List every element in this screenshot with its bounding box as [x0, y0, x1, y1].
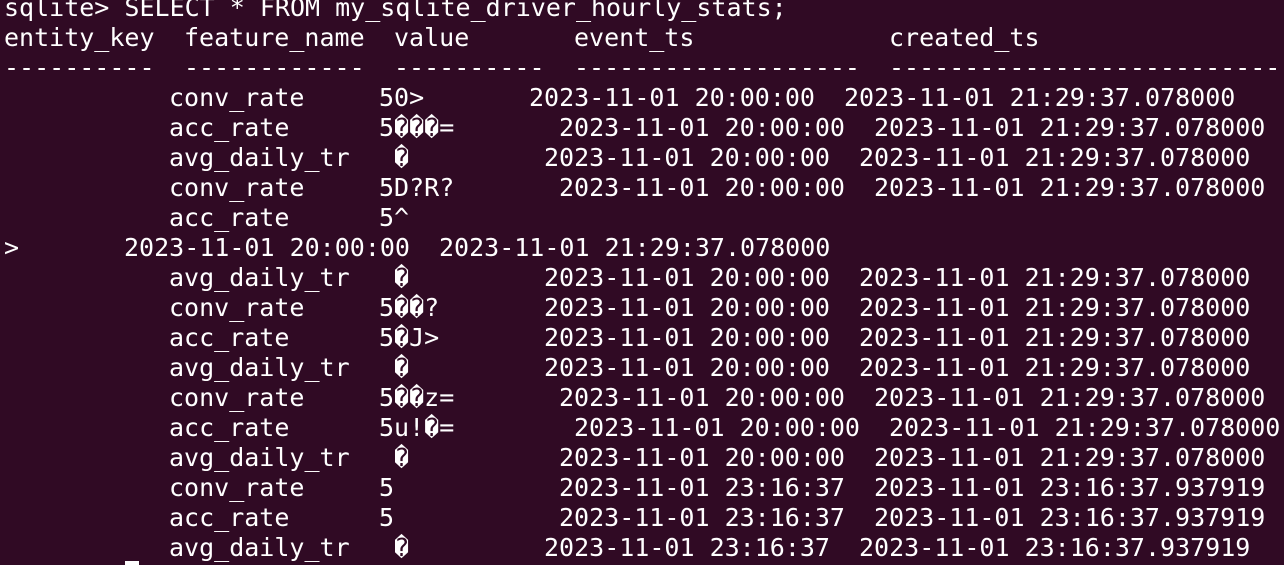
value-cell: 5���=: [379, 113, 455, 142]
created-ts-cell: 2023-11-01 21:29:37.078000: [844, 83, 1236, 112]
value-cell: 5��?: [379, 293, 440, 322]
event-ts-cell: 2023-11-01 23:16:37: [559, 473, 845, 502]
created-ts-cell: 2023-11-01 21:29:37.078000: [439, 233, 831, 262]
value-cell: �: [394, 353, 410, 382]
created-ts-cell: 2023-11-01 23:16:37.937919: [859, 533, 1251, 562]
created-ts-cell: 2023-11-01 21:29:37.078000: [889, 413, 1281, 442]
created-ts-cell: 2023-11-01 23:16:37.937919: [874, 473, 1266, 502]
event-ts-cell: 2023-11-01 20:00:00: [124, 233, 410, 262]
feature-name-cell: conv_rate: [169, 383, 305, 412]
created-ts-cell: 2023-11-01 21:29:37.078000: [874, 383, 1266, 412]
table-row: conv_rate 5��? 2023-11-01 20:00:00 2023-…: [0, 293, 1284, 323]
table-row: acc_rate 5 2023-11-01 23:16:37 2023-11-0…: [0, 503, 1284, 533]
header-event-ts: event_ts: [574, 23, 695, 52]
table-row: conv_rate 5��z= 2023-11-01 20:00:00 2023…: [0, 383, 1284, 413]
terminal-window[interactable]: sqlite> SELECT * FROM my_sqlite_driver_h…: [0, 0, 1284, 565]
header-feature-name: feature_name: [184, 23, 365, 52]
feature-name-cell: acc_rate: [169, 323, 290, 352]
command-text: sqlite> SELECT * FROM my_sqlite_driver_h…: [4, 0, 787, 22]
value-cell: 5: [379, 473, 395, 502]
value-cell: 50>: [379, 83, 425, 112]
value-cell: 5��z=: [379, 383, 455, 412]
table-row: avg_daily_tr � 2023-11-01 23:16:37 2023-…: [0, 533, 1284, 563]
event-ts-cell: 2023-11-01 20:00:00: [574, 413, 860, 442]
event-ts-cell: 2023-11-01 20:00:00: [529, 83, 815, 112]
feature-name-cell: avg_daily_tr: [169, 533, 350, 562]
value-cell: 5: [379, 503, 395, 532]
feature-name-cell: avg_daily_tr: [169, 353, 350, 382]
event-ts-cell: 2023-11-01 20:00:00: [544, 263, 830, 292]
separator-event-ts: -------------------: [574, 53, 860, 82]
value-cell: 5D?R?: [379, 173, 455, 202]
separator-feature-name: ------------: [184, 53, 365, 82]
feature-name-cell: avg_daily_tr: [169, 143, 350, 172]
table-row: avg_daily_tr � 2023-11-01 20:00:00 2023-…: [0, 263, 1284, 293]
table-row: avg_daily_tr � 2023-11-01 20:00:00 2023-…: [0, 143, 1284, 173]
event-ts-cell: 2023-11-01 20:00:00: [544, 143, 830, 172]
wrap-prefix-cell: >: [4, 233, 20, 262]
header-row: entity_key feature_name value event_ts c…: [0, 23, 1284, 53]
table-row: conv_rate 5D?R? 2023-11-01 20:00:00 2023…: [0, 173, 1284, 203]
feature-name-cell: avg_daily_tr: [169, 263, 350, 292]
table-row: conv_rate 5 2023-11-01 23:16:37 2023-11-…: [0, 473, 1284, 503]
created-ts-cell: 2023-11-01 21:29:37.078000: [859, 323, 1251, 352]
value-cell: 5^: [379, 203, 410, 232]
header-entity-key: entity_key: [4, 23, 155, 52]
value-cell: �: [394, 533, 410, 562]
table-row: avg_daily_tr � 2023-11-01 20:00:00 2023-…: [0, 353, 1284, 383]
separator-entity-key: ----------: [4, 53, 155, 82]
separator-created-ts: --------------------------: [889, 53, 1281, 82]
header-value: value: [394, 23, 470, 52]
table-row: avg_daily_tr � 2023-11-01 20:00:00 2023-…: [0, 443, 1284, 473]
event-ts-cell: 2023-11-01 20:00:00: [559, 113, 845, 142]
event-ts-cell: 2023-11-01 23:16:37: [559, 503, 845, 532]
event-ts-cell: 2023-11-01 20:00:00: [544, 323, 830, 352]
feature-name-cell: acc_rate: [169, 113, 290, 142]
event-ts-cell: 2023-11-01 20:00:00: [559, 383, 845, 412]
event-ts-cell: 2023-11-01 20:00:00: [559, 443, 845, 472]
created-ts-cell: 2023-11-01 21:29:37.078000: [874, 113, 1266, 142]
created-ts-cell: 2023-11-01 21:29:37.078000: [874, 173, 1266, 202]
feature-name-cell: avg_daily_tr: [169, 443, 350, 472]
event-ts-cell: 2023-11-01 20:00:00: [559, 173, 845, 202]
table-row: conv_rate 50> 2023-11-01 20:00:00 2023-1…: [0, 83, 1284, 113]
table-row: acc_rate 5�J> 2023-11-01 20:00:00 2023-1…: [0, 323, 1284, 353]
feature-name-cell: acc_rate: [169, 503, 290, 532]
feature-name-cell: conv_rate: [169, 83, 305, 112]
value-cell: �: [394, 443, 410, 472]
value-cell: �: [394, 143, 410, 172]
event-ts-cell: 2023-11-01 23:16:37: [544, 533, 830, 562]
feature-name-cell: conv_rate: [169, 173, 305, 202]
created-ts-cell: 2023-11-01 21:29:37.078000: [859, 293, 1251, 322]
table-row: acc_rate 5���= 2023-11-01 20:00:00 2023-…: [0, 113, 1284, 143]
feature-name-cell: conv_rate: [169, 473, 305, 502]
table-row: acc_rate 5^: [0, 203, 1284, 233]
value-cell: 5�J>: [379, 323, 440, 352]
value-cell: �: [394, 263, 410, 292]
event-ts-cell: 2023-11-01 20:00:00: [544, 353, 830, 382]
feature-name-cell: acc_rate: [169, 413, 290, 442]
header-created-ts: created_ts: [889, 23, 1040, 52]
feature-name-cell: acc_rate: [169, 203, 290, 232]
created-ts-cell: 2023-11-01 21:29:37.078000: [859, 353, 1251, 382]
separator-value: ----------: [394, 53, 545, 82]
table-row-continuation: > 2023-11-01 20:00:00 2023-11-01 21:29:3…: [0, 233, 1284, 263]
table-row: acc_rate 5u!�= 2023-11-01 20:00:00 2023-…: [0, 413, 1284, 443]
separator-row: ---------- ------------ ---------- -----…: [0, 53, 1284, 83]
created-ts-cell: 2023-11-01 21:29:37.078000: [859, 263, 1251, 292]
feature-name-cell: conv_rate: [169, 293, 305, 322]
value-cell: 5u!�=: [379, 413, 455, 442]
prompt-line: sqlite> SELECT * FROM my_sqlite_driver_h…: [0, 0, 1284, 23]
created-ts-cell: 2023-11-01 21:29:37.078000: [859, 143, 1251, 172]
created-ts-cell: 2023-11-01 21:29:37.078000: [874, 443, 1266, 472]
text-cursor: [125, 561, 139, 565]
created-ts-cell: 2023-11-01 23:16:37.937919: [874, 503, 1266, 532]
event-ts-cell: 2023-11-01 20:00:00: [544, 293, 830, 322]
